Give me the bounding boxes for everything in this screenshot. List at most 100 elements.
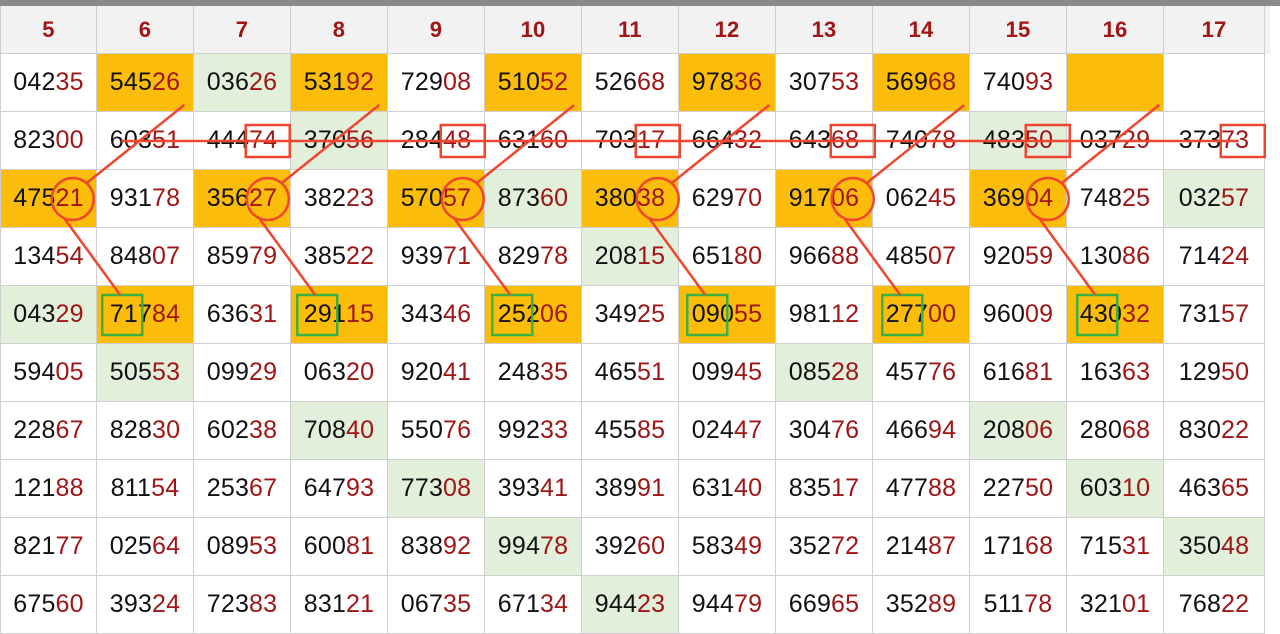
- column-header: 12: [679, 6, 776, 54]
- number-cell: 831 21: [291, 576, 388, 634]
- number-tail: 35: [540, 358, 569, 386]
- number-head: 603: [1079, 474, 1123, 502]
- number-cell: 835 17: [776, 460, 873, 518]
- number-head: 252: [497, 300, 541, 328]
- number-tail: 06: [831, 184, 860, 212]
- number-tail: 47: [734, 416, 763, 444]
- number-head: 600: [303, 532, 347, 560]
- number-cell: 356 27: [194, 170, 291, 228]
- number-cell: 024 47: [679, 402, 776, 460]
- number-head: 380: [594, 184, 638, 212]
- number-tail: 38: [637, 184, 666, 212]
- number-head: 740: [885, 126, 929, 154]
- number-tail: 07: [928, 242, 957, 270]
- number-tail: 08: [443, 474, 472, 502]
- number-tail: 06: [540, 300, 569, 328]
- number-cell: 248 35: [485, 344, 582, 402]
- number-tail: 09: [1025, 300, 1054, 328]
- number-cell: 130 86: [1067, 228, 1164, 286]
- number-tail: 36: [734, 68, 763, 96]
- number-cell: 602 38: [194, 402, 291, 460]
- number-cell: 569 68: [873, 54, 970, 112]
- number-cell: 171 68: [970, 518, 1067, 576]
- number-tail: 81: [346, 532, 375, 560]
- number-tail: 00: [928, 300, 957, 328]
- number-tail: 71: [443, 242, 472, 270]
- number-tail: 64: [152, 532, 181, 560]
- number-cell: 062 45: [873, 170, 970, 228]
- number-head: 838: [400, 532, 444, 560]
- table-row: 228 67 828 30 602 38 708 40 550 76 992 33 455 85 024 47…: [0, 402, 1270, 460]
- number-head: 829: [497, 242, 541, 270]
- number-tail: 67: [55, 416, 84, 444]
- number-cell: 920 41: [388, 344, 485, 402]
- number-tail: 26: [249, 68, 278, 96]
- number-head: 550: [400, 416, 444, 444]
- number-tail: 51: [152, 126, 181, 154]
- number-tail: 76: [831, 416, 860, 444]
- number-cell: 349 25: [582, 286, 679, 344]
- number-head: 848: [109, 242, 153, 270]
- number-cell: 253 67: [194, 460, 291, 518]
- number-cell: 859 79: [194, 228, 291, 286]
- number-tail: 35: [55, 68, 84, 96]
- number-tail: 04: [1025, 184, 1054, 212]
- number-head: 570: [400, 184, 444, 212]
- number-cell: 570 57: [388, 170, 485, 228]
- number-head: 277: [885, 300, 929, 328]
- number-tail: 68: [928, 68, 957, 96]
- number-cell: 583 49: [679, 518, 776, 576]
- number-cell: 594 05: [0, 344, 97, 402]
- number-tail: 78: [540, 242, 569, 270]
- number-tail: 53: [831, 68, 860, 96]
- number-head: 455: [594, 416, 638, 444]
- table-row: 042 35 545 26 036 26 531 92 729 08 510 52 526 68 978 36…: [0, 54, 1270, 112]
- number-cell: 829 78: [485, 228, 582, 286]
- number-tail: 92: [346, 68, 375, 96]
- number-tail: 49: [734, 532, 763, 560]
- header-row: 5 6 7 8 9 10 11 12 13 14 15 16 17: [0, 6, 1270, 54]
- number-head: 024: [691, 416, 735, 444]
- number-cell: 616 81: [970, 344, 1067, 402]
- number-cell: 717 84: [97, 286, 194, 344]
- number-head: 811: [110, 474, 152, 502]
- lottery-results-grid: 5 6 7 8 9 10 11 12 13 14 15 16 17 042 35 545 26 036 26 531 9…: [0, 6, 1270, 634]
- number-cell: 475 21: [0, 170, 97, 228]
- number-tail: 54: [55, 242, 84, 270]
- number-tail: 06: [1025, 416, 1054, 444]
- number-head: 960: [982, 300, 1026, 328]
- number-tail: 40: [734, 474, 763, 502]
- number-cell: 768 22: [1164, 576, 1265, 634]
- number-cell: 545 26: [97, 54, 194, 112]
- number-head: 062: [885, 184, 929, 212]
- column-header: 7: [194, 6, 291, 54]
- number-head: 465: [594, 358, 638, 386]
- number-tail: 50: [1025, 126, 1054, 154]
- number-tail: 68: [1122, 416, 1151, 444]
- number-head: 466: [885, 416, 929, 444]
- number-head: 939: [400, 242, 444, 270]
- number-cell: 380 38: [582, 170, 679, 228]
- number-cell: 740 78: [873, 112, 970, 170]
- number-tail: 15: [637, 242, 666, 270]
- number-cell: 208 06: [970, 402, 1067, 460]
- number-cell: 063 20: [291, 344, 388, 402]
- number-tail: 20: [346, 358, 375, 386]
- number-head: 392: [594, 532, 638, 560]
- number-cell: 600 81: [291, 518, 388, 576]
- number-tail: 68: [1025, 532, 1054, 560]
- number-tail: 88: [928, 474, 957, 502]
- number-head: 531: [303, 68, 347, 96]
- number-head: 291: [303, 300, 347, 328]
- number-tail: 45: [928, 184, 957, 212]
- number-head: 664: [691, 126, 735, 154]
- number-cell: 643 68: [776, 112, 873, 170]
- column-header: 15: [970, 6, 1067, 54]
- number-head: 978: [691, 68, 735, 96]
- number-cell: 466 94: [873, 402, 970, 460]
- number-tail: 88: [55, 474, 84, 502]
- number-head: 171: [982, 532, 1026, 560]
- column-header: 8: [291, 6, 388, 54]
- number-head: 228: [13, 416, 56, 444]
- number-head: 583: [691, 532, 735, 560]
